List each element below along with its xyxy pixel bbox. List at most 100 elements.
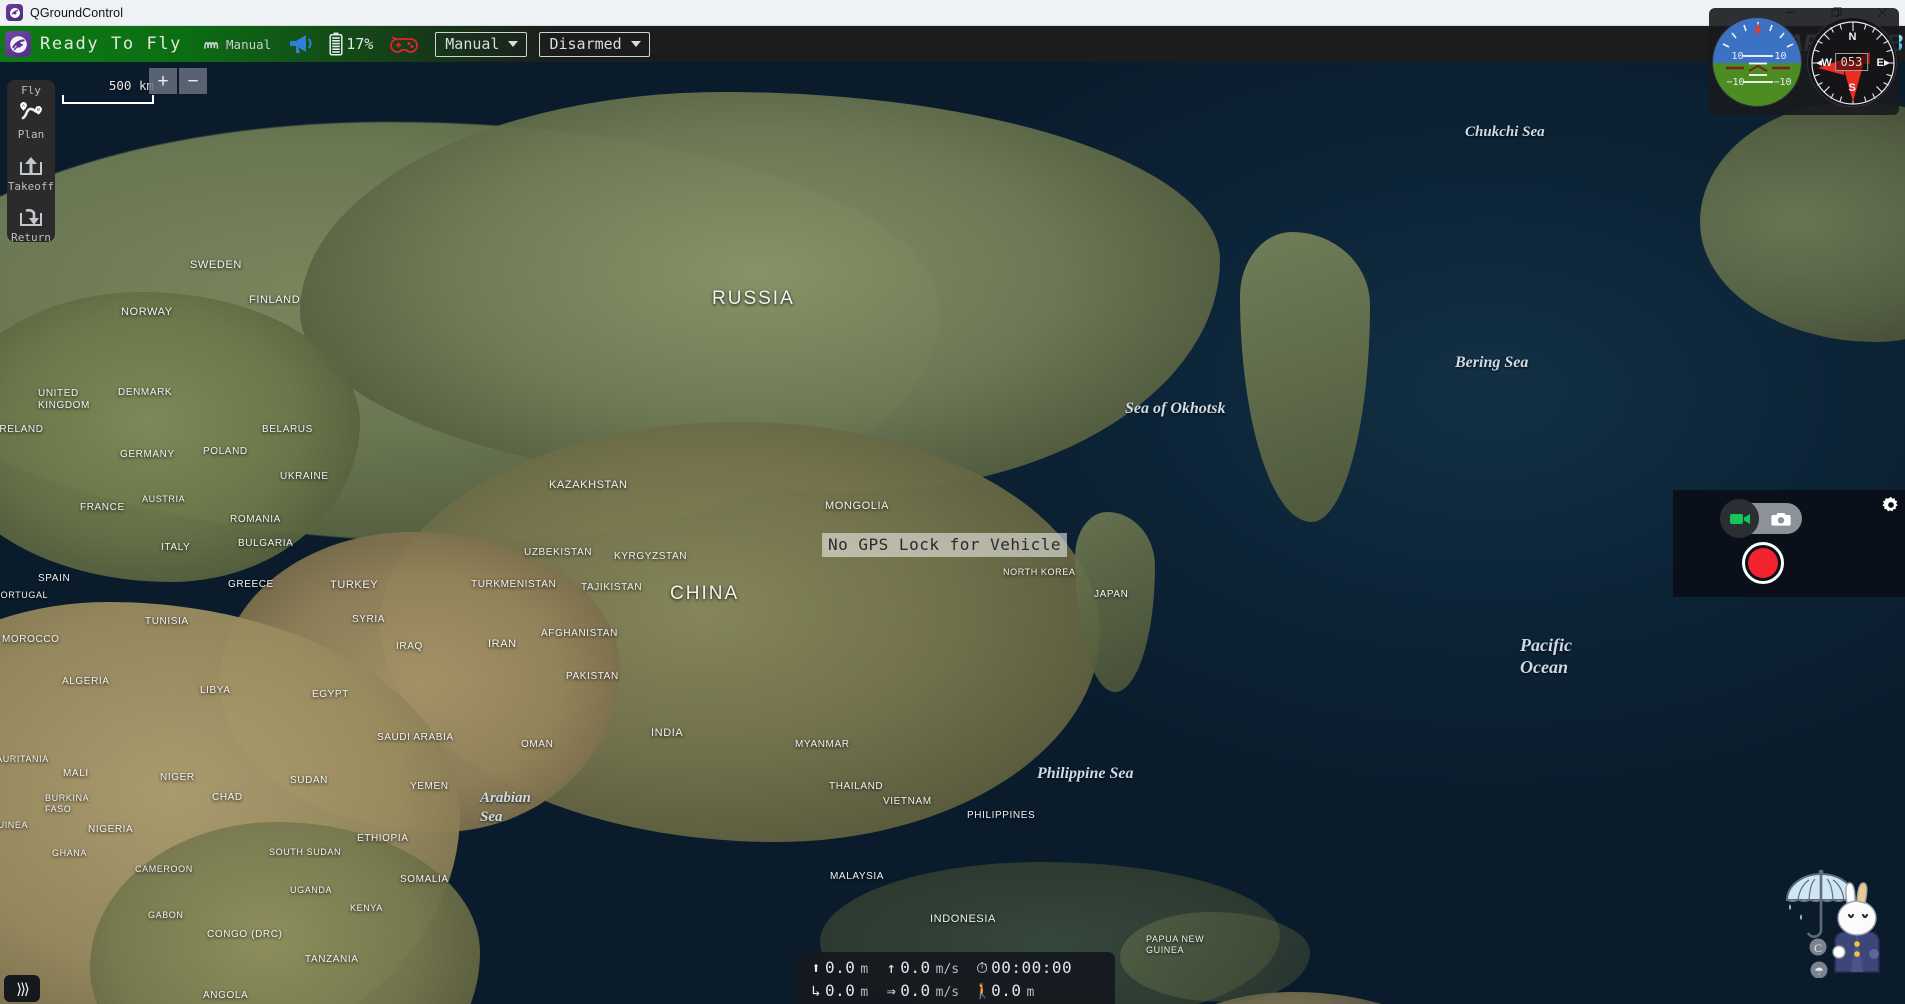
telemetry-flight-time: ⏱ 00:00:00	[973, 958, 1072, 977]
flight-mode-dropdown[interactable]: Manual	[435, 31, 528, 57]
battery-indicator[interactable]: 17%	[329, 32, 373, 56]
country-label: SPAIN	[38, 573, 71, 584]
sidebar-item-fly[interactable]: Fly A B	[7, 84, 55, 125]
attitude-pitch-label: −10	[1726, 76, 1745, 88]
chevron-down-icon	[508, 40, 519, 47]
rc-signal-icon	[204, 37, 222, 52]
svg-text:☂: ☂	[1814, 966, 1824, 978]
compass-east-label: E	[1876, 56, 1884, 69]
photo-mode-button[interactable]	[1759, 511, 1802, 527]
svg-text:C: C	[1814, 941, 1822, 955]
qgc-logo-icon	[6, 4, 23, 21]
map-scale-bar: 500 km	[62, 78, 154, 104]
sea-label: Chukchi Sea	[1465, 124, 1545, 140]
attitude-pitch-label: −10	[1773, 76, 1792, 88]
map-zoom-out-button[interactable]: −	[179, 68, 207, 94]
sidebar-item-takeoff[interactable]: Takeoff	[7, 152, 55, 193]
battery-icon	[329, 32, 343, 56]
telemetry-unit: m/s	[935, 962, 960, 977]
arm-state-label: Disarmed	[549, 34, 622, 53]
sidebar-item-label: Plan	[17, 128, 45, 141]
map-scale-label: 500 km	[108, 78, 154, 93]
photo-camera-icon	[1770, 512, 1791, 526]
telemetry-altitude-agl: ↳ 0.0 m	[807, 981, 868, 1000]
return-home-arrow-icon	[18, 203, 44, 231]
joystick-indicator[interactable]	[389, 34, 419, 54]
telemetry-distance-to-home: 🚶 0.0 m	[973, 981, 1034, 1000]
fly-plan-route-icon: A B	[16, 97, 46, 125]
compass-icon[interactable]: N S W E 053	[1806, 16, 1897, 107]
attitude-pitch-label: 10	[1731, 50, 1744, 62]
map-toolstrip: Fly A B Plan Takeoff Return	[7, 80, 55, 244]
capture-mode-toggle[interactable]	[1720, 499, 1802, 538]
country-label: PHILIPPINES	[967, 810, 1036, 821]
telemetry-values-panel[interactable]: ⬆ 0.0 m ↑ 0.0 m/s ⏱ 00:00:00 ↳ 0.0 m ⇒ 0…	[795, 952, 1115, 1004]
window-titlebar: QGroundControl	[0, 0, 1905, 26]
gamepad-icon	[389, 34, 419, 54]
vehicle-status-text: Ready To Fly	[40, 34, 183, 54]
telemetry-row: ⬆ 0.0 m ↑ 0.0 m/s ⏱ 00:00:00	[807, 956, 1105, 979]
chevron-down-icon	[630, 40, 641, 47]
video-control-panel	[1673, 490, 1905, 597]
record-indicator	[1748, 548, 1778, 578]
telemetry-unit: m	[1026, 985, 1035, 1000]
sea-label: Philippine Sea	[1037, 765, 1134, 782]
sidebar-item-label: Fly	[21, 84, 41, 97]
svg-text:A: A	[22, 103, 25, 108]
app-toolbar: Ready To Fly Manual 17% Manual Disarmed	[0, 26, 1905, 62]
flight-mode-label: Manual	[445, 34, 500, 53]
speaker-button[interactable]	[287, 33, 313, 55]
telemetry-unit: m	[860, 962, 869, 977]
map-zoom-in-button[interactable]: +	[149, 68, 177, 94]
svg-text:B: B	[37, 107, 40, 112]
telemetry-value: 0.0	[900, 958, 931, 977]
compass-north-label: N	[1848, 30, 1857, 43]
telemetry-value: 0.0	[900, 981, 931, 1000]
rc-mode-indicator[interactable]: Manual	[204, 37, 271, 52]
takeoff-arrow-up-icon	[18, 152, 44, 180]
sidebar-item-plan[interactable]: Plan	[7, 128, 55, 141]
attitude-indicator-icon[interactable]: 10 10 −10 −10	[1711, 16, 1802, 107]
gear-icon[interactable]	[1882, 496, 1900, 518]
qgc-menu-button[interactable]	[5, 31, 31, 57]
battery-percent-label: 17%	[346, 35, 374, 53]
window-title: QGroundControl	[30, 5, 124, 20]
expand-chevrons-icon[interactable]: ⟩⟩⟩	[4, 975, 40, 1002]
telemetry-row: ↳ 0.0 m ⇒ 0.0 m/s 🚶 0.0 m	[807, 979, 1105, 1002]
map-scale-line	[62, 95, 154, 104]
country-label: MALAYSIA	[830, 871, 885, 882]
telemetry-ground-speed: ⇒ 0.0 m/s	[882, 981, 959, 1000]
telemetry-value: 0.0	[825, 958, 856, 977]
climb-rate-icon: ↑	[886, 959, 896, 977]
telemetry-unit: m	[860, 985, 869, 1000]
record-button[interactable]	[1742, 542, 1784, 584]
telemetry-value: 0.0	[825, 981, 856, 1000]
instrument-panel: 10 10 −10 −10 N S W E 053	[1709, 8, 1899, 115]
flight-time-icon: ⏱	[976, 959, 988, 977]
rc-mode-label: Manual	[226, 36, 272, 52]
telemetry-climb-rate: ↑ 0.0 m/s	[882, 958, 959, 977]
compass-heading-value: 053	[1834, 52, 1869, 71]
compass-south-label: S	[1848, 81, 1856, 94]
telemetry-value: 00:00:00	[991, 958, 1073, 977]
sidebar-item-label: Takeoff	[7, 180, 55, 193]
telemetry-altitude-relative: ⬆ 0.0 m	[807, 958, 868, 977]
compass-west-label: W	[1821, 56, 1832, 69]
altitude-relative-icon: ⬆	[811, 959, 821, 977]
attitude-pitch-label: 10	[1774, 50, 1787, 62]
speaker-megaphone-icon	[287, 33, 313, 55]
gps-warning-banner: No GPS Lock for Vehicle	[822, 533, 1068, 557]
sea-label: Bering Sea	[1455, 354, 1529, 371]
ground-speed-icon: ⇒	[886, 982, 896, 1000]
altitude-agl-icon: ↳	[811, 982, 821, 1000]
arm-state-dropdown[interactable]: Disarmed	[539, 31, 650, 57]
telemetry-unit: m/s	[935, 985, 960, 1000]
rabbit-umbrella-mascot[interactable]: C ☂	[1781, 862, 1899, 979]
video-mode-button[interactable]	[1720, 499, 1759, 538]
video-camera-icon	[1729, 513, 1750, 524]
sidebar-item-return[interactable]: Return	[7, 203, 55, 244]
distance-to-home-icon: 🚶	[973, 982, 992, 1000]
country-label: PORTUGAL	[0, 590, 49, 600]
sidebar-item-label: Return	[11, 231, 51, 244]
landmass-kamchatka	[1240, 232, 1370, 522]
